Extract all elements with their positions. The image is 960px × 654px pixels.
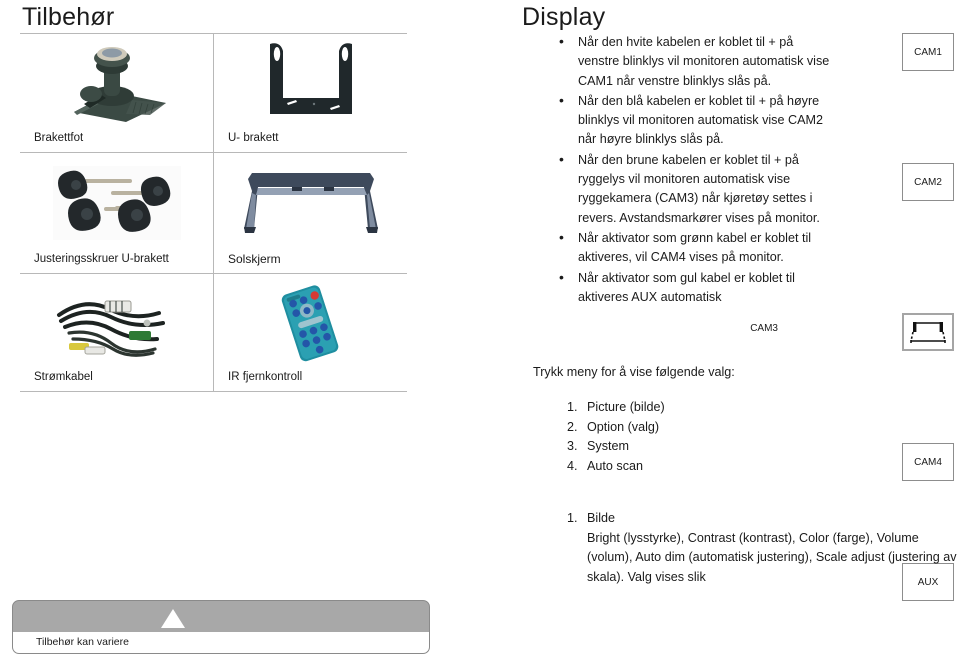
power-cable-image: [20, 274, 213, 371]
accessory-cell-sun-visor: Solskjerm: [213, 152, 407, 274]
display-bullet-list: Når den hvite kabelen er koblet til + på…: [556, 32, 832, 308]
list-item: Auto scan: [581, 457, 665, 477]
accessory-cell-u-bracket: U- brakett: [213, 33, 407, 153]
footer-note: Tilbehør kan variere: [36, 636, 129, 648]
accessory-label: Justeringsskruer U-brakett: [34, 253, 169, 266]
accessory-label: IR fjernkontroll: [228, 371, 303, 384]
table-row: Justeringsskruer U-brakett Solskjerm: [20, 152, 407, 274]
accessory-label: Brakettfot: [34, 132, 84, 145]
list-item: System: [581, 437, 665, 457]
menu-detail-list: Bilde Bright (lysstyrke), Contrast (kont…: [553, 509, 960, 587]
accessories-table: Brakettfot U- brakett Justeringsskruer U…: [20, 33, 407, 392]
list-item: Når aktivator som gul kabel er koblet ti…: [556, 268, 832, 308]
list-item: Option (valg): [581, 418, 665, 438]
accessory-cell-adjustment-screws: Justeringsskruer U-brakett: [20, 152, 214, 274]
table-row: Strømkabel IR fjernkontroll: [20, 273, 407, 392]
list-item: Når den blå kabelen er koblet til + på h…: [556, 91, 832, 150]
list-item: Når den brune kabelen er koblet til + på…: [556, 150, 832, 228]
list-item: Bilde Bright (lysstyrke), Contrast (kont…: [581, 509, 960, 587]
accessory-cell-bracket-foot: Brakettfot: [20, 33, 214, 153]
accessory-label: Strømkabel: [34, 371, 93, 384]
page-title-accessories: Tilbehør: [22, 3, 115, 31]
cam-side-label-cam3: CAM3: [750, 323, 778, 334]
accessory-label: Solskjerm: [228, 251, 281, 266]
sun-visor-image: [214, 153, 407, 253]
device-top-bar: [12, 600, 430, 633]
cam-box-cam2: CAM2: [902, 163, 954, 201]
cam-box-cam4: CAM4: [902, 443, 954, 481]
menu-detail-body: Bright (lysstyrke), Contrast (kontrast),…: [587, 530, 957, 584]
adjustment-screws-image: [20, 153, 213, 253]
accessory-label: U- brakett: [228, 132, 279, 145]
cam-box-cam1: CAM1: [902, 33, 954, 71]
u-bracket-image: [214, 34, 407, 132]
accessory-cell-ir-remote: IR fjernkontroll: [213, 273, 407, 392]
menu-options-list: Picture (bilde) Option (valg) System Aut…: [553, 398, 665, 476]
bracket-foot-image: [20, 34, 213, 132]
list-item: Picture (bilde): [581, 398, 665, 418]
table-row: Brakettfot U- brakett: [20, 33, 407, 153]
page-title-display: Display: [522, 3, 606, 31]
accessory-cell-power-cable: Strømkabel: [20, 273, 214, 392]
list-item: Når den hvite kabelen er koblet til + på…: [556, 32, 832, 91]
cam-box-cam3: [902, 313, 954, 351]
parking-guidelines-icon: [910, 322, 946, 343]
warning-triangle-icon: [161, 609, 185, 628]
list-item: Når aktivator som grønn kabel er koblet …: [556, 228, 832, 268]
menu-detail-heading: Bilde: [587, 511, 616, 525]
menu-intro-text: Trykk meny for å vise følgende valg:: [533, 365, 735, 379]
ir-remote-image: [214, 274, 407, 371]
